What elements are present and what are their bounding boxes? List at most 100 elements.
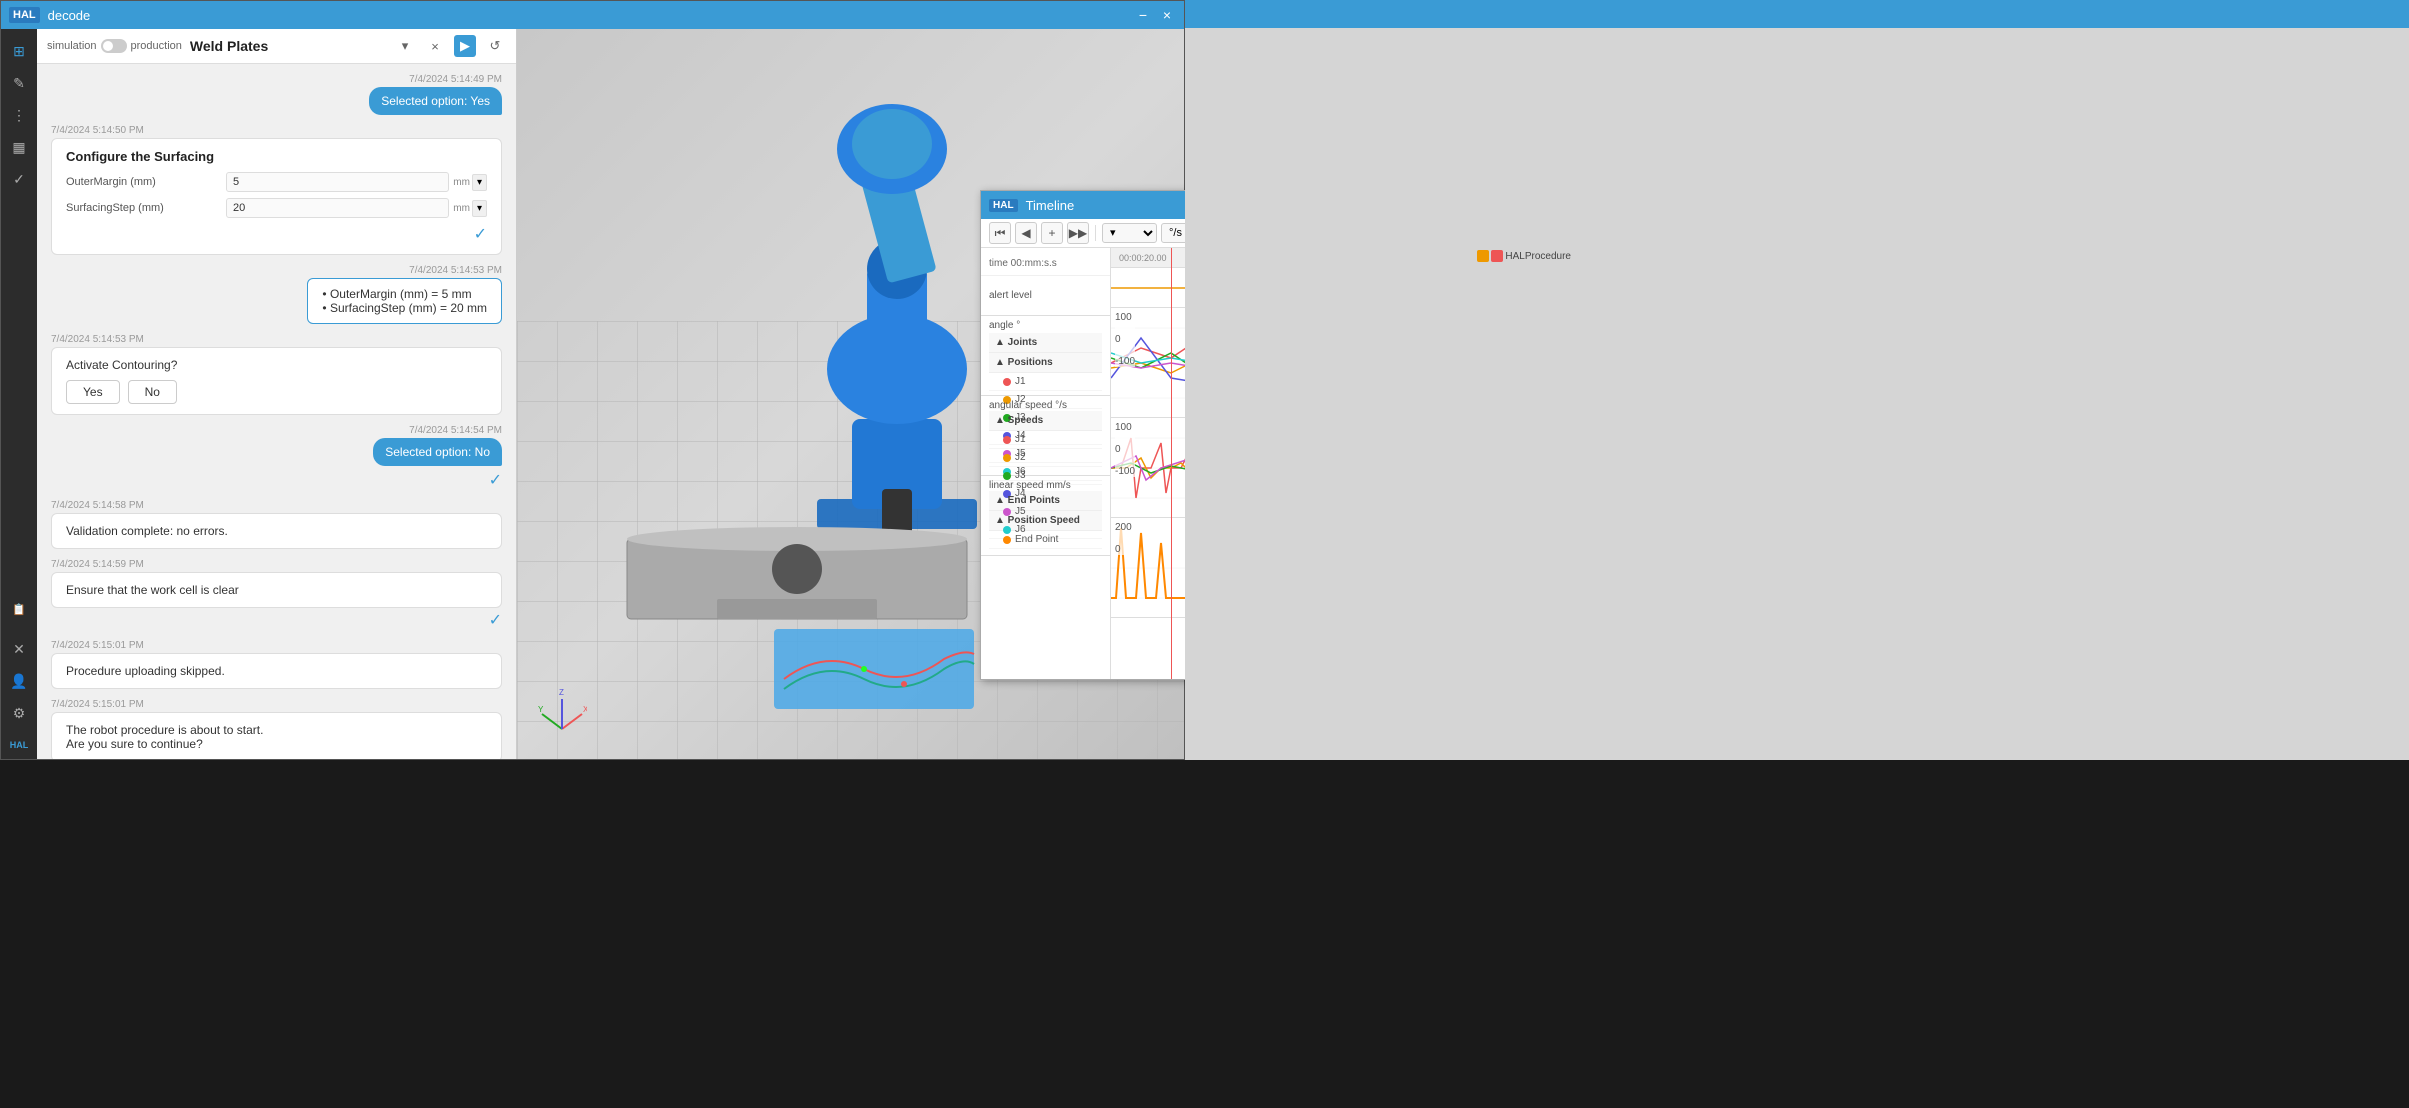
outer-margin-unit: mm [453, 177, 470, 188]
right-panel [1185, 0, 2409, 760]
ep-dot [1003, 536, 1011, 544]
msg-timestamp-8: 7/4/2024 5:15:01 PM [51, 640, 502, 651]
j2-speed-dot [1003, 454, 1011, 462]
tl-endpoint-row[interactable]: End Point [989, 531, 1102, 549]
ep-label: End Point [1015, 534, 1058, 545]
sim-prod-toggle[interactable]: simulation production [47, 39, 182, 53]
msg-group-4: 7/4/2024 5:14:53 PM Activate Contouring?… [51, 334, 502, 415]
no-checkmark: ✓ [489, 470, 502, 490]
right-panel-titlebar [1185, 0, 2409, 28]
tl-speed-select-1[interactable]: ▾°/smm/s [1102, 223, 1157, 243]
robot-start-card: The robot procedure is about to start.Ar… [51, 712, 502, 759]
msg-timestamp-4: 7/4/2024 5:14:53 PM [51, 334, 502, 345]
outer-margin-input[interactable] [226, 172, 449, 192]
msg-timestamp-3: 7/4/2024 5:14:53 PM [51, 265, 502, 276]
form-confirm-checkmark[interactable]: ✓ [474, 224, 487, 244]
svg-text:X: X [583, 705, 587, 714]
surfacing-step-select-btn[interactable]: ▾ [472, 200, 487, 217]
chat-header: simulation production ▾ × ▶ ↺ [37, 29, 516, 64]
no-button[interactable]: No [128, 380, 177, 404]
validation-complete-card: Validation complete: no errors. [51, 513, 502, 549]
msg-timestamp-2: 7/4/2024 5:14:50 PM [51, 125, 502, 136]
msg-timestamp-7: 7/4/2024 5:14:59 PM [51, 559, 502, 570]
chat-messages: 7/4/2024 5:14:49 PM Selected option: Yes… [37, 64, 516, 759]
tl-j1-pos[interactable]: J1 [989, 373, 1102, 391]
tl-next-btn[interactable]: ▶▶ [1067, 222, 1089, 244]
sidebar-icon-grid[interactable]: ▦ [5, 133, 33, 161]
badge-orange [1477, 250, 1489, 262]
svg-text:Y: Y [538, 705, 544, 714]
configure-surfacing-title: Configure the Surfacing [66, 149, 487, 164]
surfacing-step-input[interactable] [226, 198, 449, 218]
dropdown-arrow-btn[interactable]: ▾ [394, 35, 416, 57]
sidebar-icon-check[interactable]: ✓ [5, 165, 33, 193]
tl-linear-speed-section: linear speed mm/s ▲ End Points ▲ Positio… [981, 476, 1110, 556]
procedure-label: HALProcedure [1505, 251, 1571, 262]
minimize-button[interactable]: − [1134, 7, 1152, 23]
angle-chart-label: 1000-100 [1115, 312, 1135, 367]
j1-speed-label: J1 [1015, 434, 1026, 445]
activate-contouring-card: Activate Contouring? Yes No [51, 347, 502, 415]
sidebar-icon-settings[interactable]: ⚙ [5, 699, 33, 727]
sidebar-icon-layers[interactable]: ⊞ [5, 37, 33, 65]
msg-selected-yes: Selected option: Yes [369, 87, 502, 115]
msg-timestamp-1: 7/4/2024 5:14:49 PM [51, 74, 502, 85]
activate-contouring-question: Activate Contouring? [66, 358, 487, 372]
tl-time-display: time 00:mm:s.s [981, 252, 1110, 276]
timeline-channels-list: time 00:mm:s.s alert level angle ° ▲ Joi… [981, 248, 1111, 679]
toggle-switch[interactable] [101, 39, 127, 53]
procedure-badge: HALProcedure [1477, 250, 1571, 262]
workflow-name-input[interactable] [190, 38, 386, 54]
title-bar-controls: − × [1134, 7, 1176, 23]
tl-angular-speed-section: angular speed °/s ▲ Speeds J1 J2 J3 J4 [981, 396, 1110, 476]
tl-prev-btn[interactable]: ◀ [1015, 222, 1037, 244]
header-close-btn[interactable]: × [424, 35, 446, 57]
form-row-surfacing-step: SurfacingStep (mm) mm ▾ [66, 198, 487, 218]
angular-speed-chart-label: 1000-100 [1115, 422, 1135, 477]
surfacing-step-unit: mm [453, 203, 470, 214]
production-label: production [131, 40, 182, 52]
header-play-btn[interactable]: ▶ [454, 35, 476, 57]
left-sidebar: ⊞ ✎ ⋮ ▦ ✓ 📋 ✕ 👤 ⚙ HAL [1, 29, 37, 759]
tl-positions-header[interactable]: ▲ Positions [989, 353, 1102, 373]
j6-speed-dot [1003, 526, 1011, 534]
msg-group-2: 7/4/2024 5:14:50 PM Configure the Surfac… [51, 125, 502, 255]
ruler-mark-1: 00:00:20.00 [1119, 253, 1167, 263]
tl-time-value: time 00:mm:s.s [989, 258, 1057, 269]
sidebar-icon-pencil[interactable]: ✎ [5, 69, 33, 97]
msg-group-6: 7/4/2024 5:14:58 PM Validation complete:… [51, 500, 502, 549]
surfacing-step-label: SurfacingStep (mm) [66, 202, 226, 214]
uploading-skipped-card: Procedure uploading skipped. [51, 653, 502, 689]
j1-speed-dot [1003, 436, 1011, 444]
close-button[interactable]: × [1158, 7, 1176, 23]
work-cell-text: Ensure that the work cell is clear [66, 583, 239, 597]
tl-add-btn[interactable]: + [1041, 222, 1063, 244]
msg-group-9: 7/4/2024 5:15:01 PM The robot procedure … [51, 699, 502, 759]
tl-angle-label: angle ° [989, 320, 1102, 331]
j1-dot [1003, 378, 1011, 386]
outer-margin-select-btn[interactable]: ▾ [472, 174, 487, 191]
svg-text:Z: Z [559, 688, 564, 697]
sidebar-icon-calendar[interactable]: 📋 [5, 595, 33, 623]
work-cell-clear-card: Ensure that the work cell is clear [51, 572, 502, 608]
header-reset-btn[interactable]: ↺ [484, 35, 506, 57]
timeline-logo: HAL [989, 199, 1018, 212]
bottom-area [0, 760, 2409, 1108]
workcell-checkmark: ✓ [489, 610, 502, 630]
form-row-outer-margin: OuterMargin (mm) mm ▾ [66, 172, 487, 192]
tl-linear-speed-label: linear speed mm/s [989, 480, 1102, 491]
sidebar-icon-user[interactable]: 👤 [5, 667, 33, 695]
tl-alert-label: alert level [989, 290, 1032, 301]
tl-sep-1 [1095, 225, 1096, 241]
tl-joints-header[interactable]: ▲ Joints [989, 333, 1102, 353]
msg-timestamp-6: 7/4/2024 5:14:58 PM [51, 500, 502, 511]
yes-button[interactable]: Yes [66, 380, 120, 404]
tl-back-btn[interactable]: ⏮ [989, 222, 1011, 244]
msg-group-8: 7/4/2024 5:15:01 PM Procedure uploading … [51, 640, 502, 689]
sidebar-icon-nodes[interactable]: ⋮ [5, 101, 33, 129]
sidebar-icon-close[interactable]: ✕ [5, 635, 33, 663]
sidebar-icon-hal[interactable]: HAL [5, 731, 33, 759]
msg-timestamp-9: 7/4/2024 5:15:01 PM [51, 699, 502, 710]
msg-group-1: 7/4/2024 5:14:49 PM Selected option: Yes [51, 74, 502, 115]
workpiece-path [764, 599, 984, 719]
